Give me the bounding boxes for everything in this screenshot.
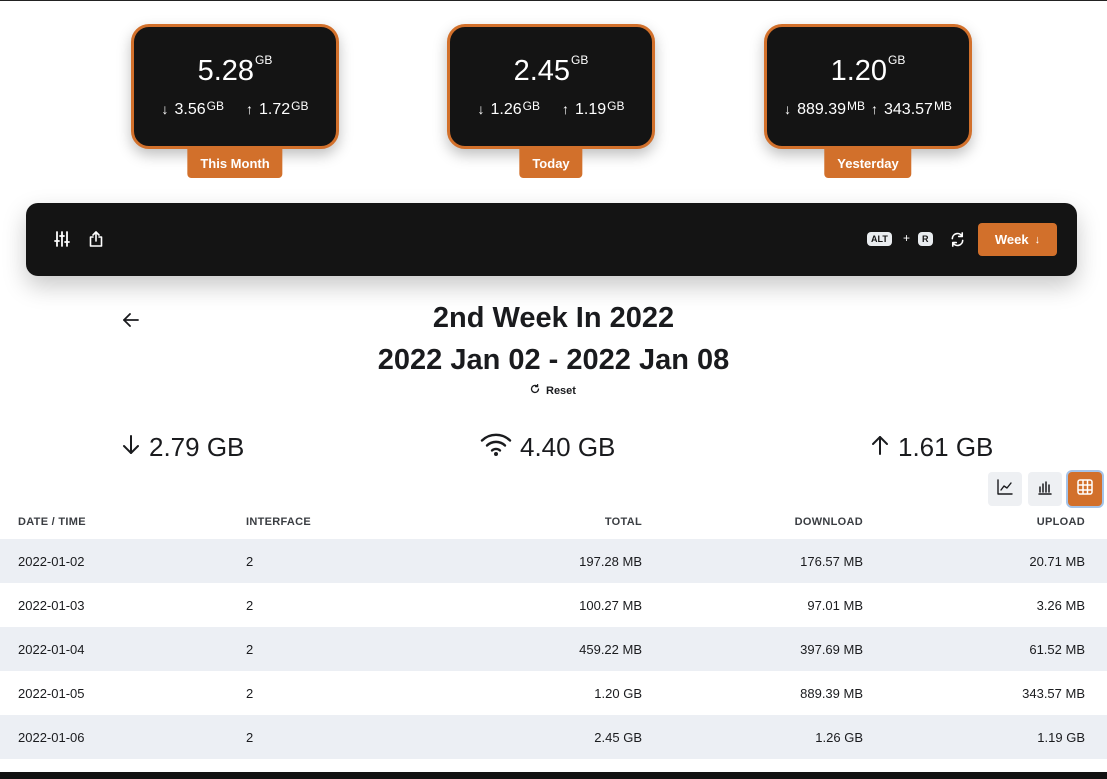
top-border — [0, 0, 1107, 1]
table-row[interactable]: 2022-01-06 2 2.45 GB 1.26 GB 1.19 GB — [0, 715, 1107, 759]
wifi-icon — [480, 432, 512, 463]
bar-chart-icon — [1037, 479, 1053, 500]
cell-upload: 1.19 GB — [1037, 729, 1085, 745]
column-header-download[interactable]: DOWNLOAD — [795, 516, 863, 528]
arrow-up-icon: ↑ — [562, 101, 569, 117]
card-label[interactable]: Yesterday — [824, 148, 912, 178]
summary-total: 4.40 GB — [480, 432, 615, 463]
arrow-up-icon: ↑ — [871, 101, 878, 117]
cell-download: 397.69 MB — [800, 641, 863, 657]
bottom-edge — [0, 772, 1107, 779]
share-icon[interactable] — [87, 230, 105, 248]
table-row[interactable]: 2022-01-03 2 100.27 MB 97.01 MB 3.26 MB — [0, 583, 1107, 627]
summary-upload-value: 1.61 GB — [898, 432, 994, 462]
card-upload: ↑ 343.57MB — [871, 99, 952, 118]
cell-total: 197.28 MB — [579, 553, 642, 569]
card-label[interactable]: Today — [519, 148, 583, 178]
reset-label: Reset — [546, 384, 576, 397]
arrow-down-icon: ↓ — [784, 101, 792, 117]
summary-download-value: 2.79 GB — [149, 432, 245, 462]
card-total: 2.45GB — [513, 53, 589, 87]
cell-upload: 20.71 MB — [1029, 553, 1085, 569]
cell-total: 100.27 MB — [579, 597, 642, 613]
period-select-button[interactable]: Week ↓ — [978, 223, 1057, 256]
card-breakdown: ↓ 1.26GB ↑ 1.19GB — [450, 99, 652, 119]
cell-date: 2022-01-05 — [18, 685, 85, 701]
arrow-down-icon: ↓ — [161, 101, 169, 117]
reset-icon — [530, 383, 540, 397]
sliders-icon[interactable] — [53, 230, 71, 248]
table-row[interactable]: 2022-01-02 2 197.28 MB 176.57 MB 20.71 M… — [0, 539, 1107, 583]
cell-interface: 2 — [246, 597, 254, 613]
arrow-down-icon: ↓ — [477, 101, 485, 117]
cell-download: 97.01 MB — [807, 597, 863, 613]
cell-download: 889.39 MB — [800, 685, 863, 701]
column-header-date[interactable]: DATE / TIME — [18, 516, 86, 528]
card-breakdown: ↓ 3.56GB ↑ 1.72GB — [134, 99, 336, 119]
table-row[interactable]: 2022-01-05 2 1.20 GB 889.39 MB 343.57 MB — [0, 671, 1107, 715]
table-view-button[interactable] — [1068, 472, 1102, 506]
shortcut-plus: + — [903, 231, 911, 245]
card-download: ↓ 3.56GB — [161, 99, 224, 118]
reset-button[interactable]: Reset — [530, 383, 576, 397]
stat-card-body: 1.20GB ↓ 889.39MB ↑ 343.57MB — [764, 24, 972, 149]
cell-interface: 2 — [246, 553, 254, 569]
stat-card-yesterday: 1.20GB ↓ 889.39MB ↑ 343.57MB Yesterday — [764, 24, 972, 178]
card-breakdown: ↓ 889.39MB ↑ 343.57MB — [767, 99, 969, 119]
card-total: 1.20GB — [830, 53, 906, 87]
card-upload: ↑ 1.19GB — [562, 99, 625, 118]
cell-upload: 61.52 MB — [1029, 641, 1085, 657]
line-chart-view-button[interactable] — [988, 472, 1022, 506]
cell-download: 1.26 GB — [815, 729, 863, 745]
column-header-upload[interactable]: UPLOAD — [1037, 516, 1085, 528]
stat-card-body: 5.28GB ↓ 3.56GB ↑ 1.72GB — [131, 24, 339, 149]
cell-date: 2022-01-03 — [18, 597, 85, 613]
cell-total: 1.20 GB — [594, 685, 642, 701]
stat-card-body: 2.45GB ↓ 1.26GB ↑ 1.19GB — [447, 24, 655, 149]
table-row[interactable]: 2022-01-04 2 459.22 MB 397.69 MB 61.52 M… — [0, 627, 1107, 671]
refresh-icon[interactable] — [949, 231, 967, 249]
arrow-up-icon — [870, 432, 890, 463]
cell-interface: 2 — [246, 729, 254, 745]
cell-interface: 2 — [246, 641, 254, 657]
arrow-down-icon — [121, 432, 141, 463]
cell-total: 2.45 GB — [594, 729, 642, 745]
shortcut-key-alt: ALT — [867, 232, 892, 246]
cell-date: 2022-01-02 — [18, 553, 85, 569]
card-upload: ↑ 1.72GB — [246, 99, 309, 118]
arrow-up-icon: ↑ — [246, 101, 253, 117]
bar-chart-view-button[interactable] — [1028, 472, 1062, 506]
summary-total-value: 4.40 GB — [520, 432, 616, 462]
card-label[interactable]: This Month — [187, 148, 283, 178]
stat-card-today: 2.45GB ↓ 1.26GB ↑ 1.19GB Today — [447, 24, 655, 178]
page-title: 2nd Week In 2022 — [432, 302, 675, 334]
column-header-total[interactable]: TOTAL — [605, 516, 642, 528]
card-total: 5.28GB — [197, 53, 273, 87]
shortcut-key-r: R — [918, 232, 933, 246]
table-header: DATE / TIME INTERFACE TOTAL DOWNLOAD UPL… — [0, 505, 1107, 539]
period-label: Week — [994, 232, 1029, 247]
summary-upload: 1.61 GB — [870, 432, 993, 463]
cell-interface: 2 — [246, 685, 254, 701]
stat-card-this-month: 5.28GB ↓ 3.56GB ↑ 1.72GB This Month — [131, 24, 339, 178]
date-range-title: 2022 Jan 02 - 2022 Jan 08 — [377, 344, 730, 376]
cell-date: 2022-01-06 — [18, 729, 85, 745]
arrow-down-icon: ↓ — [1034, 233, 1041, 246]
summary-download: 2.79 GB — [121, 432, 244, 463]
cell-download: 176.57 MB — [800, 553, 863, 569]
card-download: ↓ 889.39MB — [784, 99, 865, 118]
card-download: ↓ 1.26GB — [477, 99, 540, 118]
cell-total: 459.22 MB — [579, 641, 642, 657]
line-chart-icon — [997, 478, 1013, 500]
usage-table: DATE / TIME INTERFACE TOTAL DOWNLOAD UPL… — [0, 505, 1107, 759]
cell-upload: 343.57 MB — [1022, 685, 1085, 701]
cell-upload: 3.26 MB — [1036, 597, 1085, 613]
column-header-interface[interactable]: INTERFACE — [246, 516, 311, 528]
cell-date: 2022-01-04 — [18, 641, 85, 657]
table-icon — [1076, 478, 1094, 501]
